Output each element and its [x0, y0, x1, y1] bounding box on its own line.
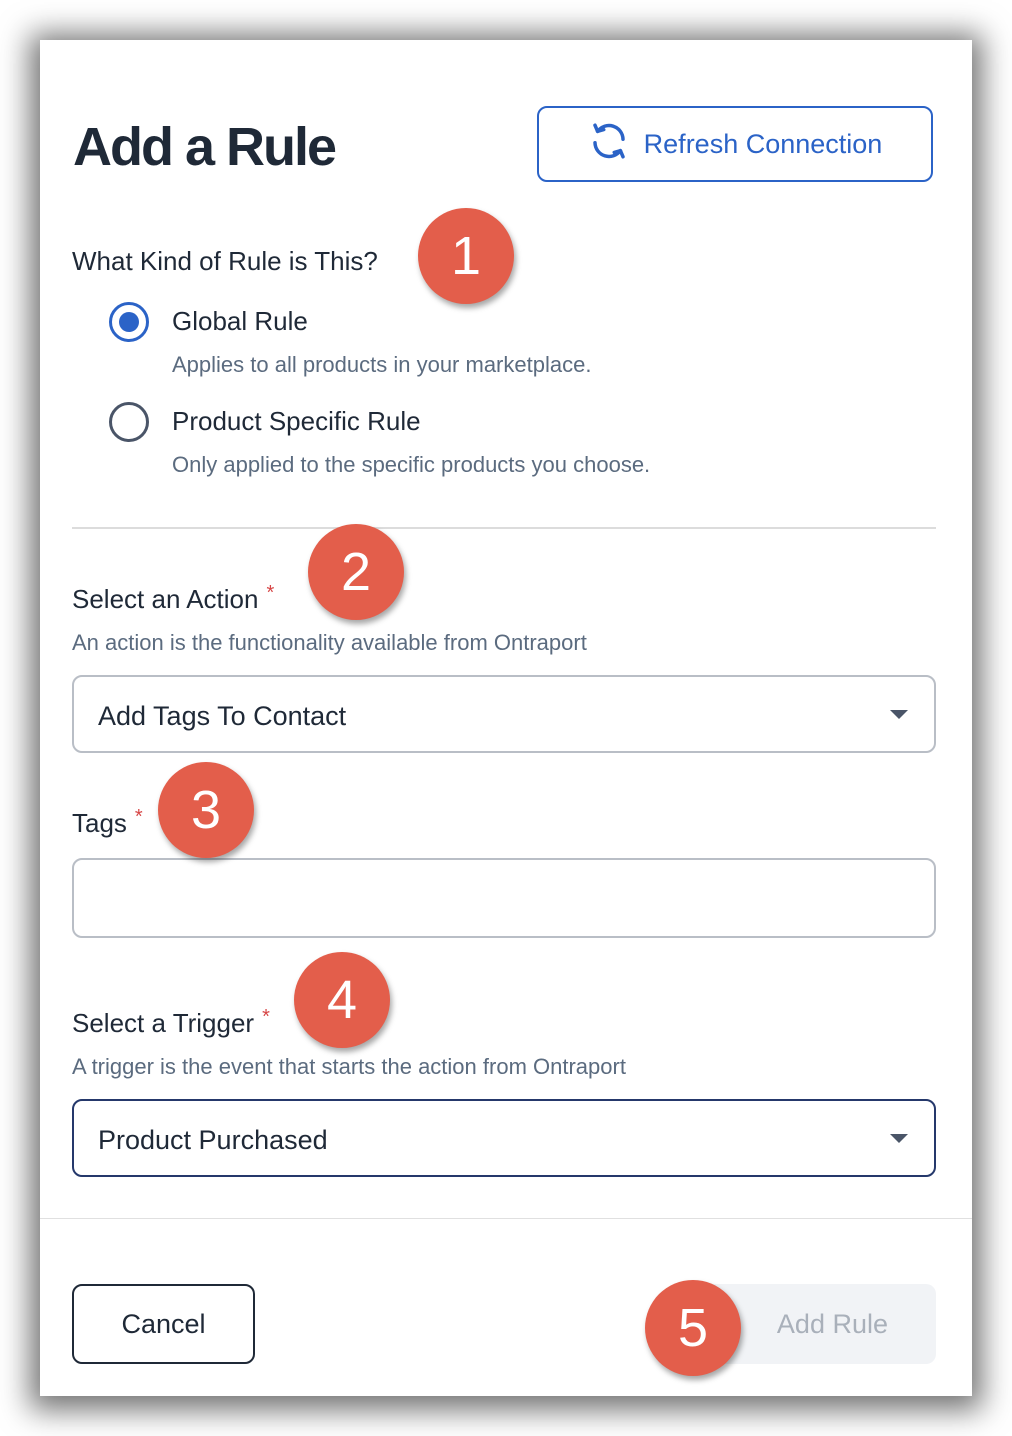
- required-marker: *: [134, 806, 143, 828]
- global-rule-description: Applies to all products in your marketpl…: [172, 352, 592, 377]
- refresh-connection-button[interactable]: Refresh Connection: [537, 106, 933, 182]
- trigger-select[interactable]: Product Purchased: [72, 1099, 936, 1177]
- rule-kind-question: What Kind of Rule is This?: [72, 246, 378, 276]
- action-select-value: Add Tags To Contact: [98, 701, 347, 731]
- tags-label: Tags *: [72, 806, 143, 838]
- required-marker: *: [262, 1006, 270, 1028]
- tags-input[interactable]: [72, 858, 936, 938]
- footer-divider: [40, 1218, 972, 1219]
- refresh-icon: [588, 120, 630, 169]
- required-marker: *: [266, 582, 275, 604]
- product-specific-rule-description: Only applied to the specific products yo…: [172, 452, 651, 477]
- action-select[interactable]: Add Tags To Contact: [72, 675, 936, 753]
- annotation-badge-2: 2: [308, 524, 404, 620]
- trigger-select-value: Product Purchased: [98, 1125, 328, 1155]
- add-rule-dialog: Add a Rule Refresh Connection What Kind …: [40, 40, 972, 1396]
- annotation-badge-3: 3: [158, 762, 254, 858]
- annotation-badge-5: 5: [645, 1280, 741, 1376]
- annotation-badge-4: 4: [294, 952, 390, 1048]
- product-specific-rule-radio[interactable]: [109, 402, 149, 442]
- trigger-help: A trigger is the event that starts the a…: [72, 1054, 626, 1079]
- caret-down-icon: [890, 1134, 908, 1143]
- product-specific-rule-label[interactable]: Product Specific Rule: [172, 406, 421, 437]
- refresh-connection-label: Refresh Connection: [643, 128, 883, 159]
- cancel-button[interactable]: Cancel: [72, 1284, 255, 1364]
- action-help: An action is the functionality available…: [72, 630, 587, 655]
- dialog-title: Add a Rule: [73, 117, 337, 177]
- section-divider: [72, 527, 936, 529]
- trigger-label: Select a Trigger *: [72, 1006, 270, 1038]
- global-rule-radio[interactable]: [109, 302, 149, 342]
- action-label: Select an Action *: [72, 582, 275, 614]
- caret-down-icon: [890, 710, 908, 719]
- annotation-badge-1: 1: [418, 208, 514, 304]
- global-rule-label[interactable]: Global Rule: [172, 306, 308, 337]
